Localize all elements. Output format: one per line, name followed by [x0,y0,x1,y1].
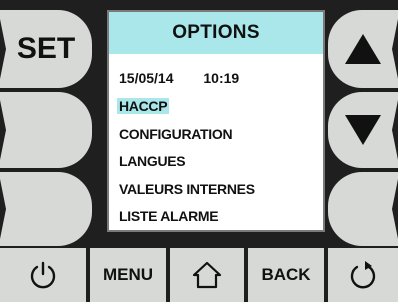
down-button[interactable] [328,92,398,168]
back-button[interactable]: BACK [248,248,324,302]
date-time-line: 15/05/14 10:19 [119,70,239,86]
menu-item-valeurs-internes[interactable]: VALEURS INTERNES [119,181,255,197]
refresh-button[interactable] [328,248,398,302]
left-button-3[interactable] [0,172,92,246]
time-text: 10:19 [203,70,240,86]
set-button[interactable]: SET [0,10,92,88]
power-button[interactable] [0,248,86,302]
arrow-down-icon [345,115,381,145]
menu-item-configuration[interactable]: CONFIGURATION [119,126,233,142]
home-icon [192,261,222,289]
power-icon [30,261,56,289]
menu-button[interactable]: MENU [90,248,166,302]
options-panel: OPTIONS 15/05/14 10:19 HACCP CONFIGURATI… [107,10,325,232]
home-button[interactable] [170,248,244,302]
refresh-icon [350,261,376,289]
panel-title: OPTIONS [109,12,323,54]
set-button-label: SET [16,32,76,65]
right-button-3[interactable] [328,172,398,246]
up-button[interactable] [328,10,398,88]
menu-item-liste-alarme[interactable]: LISTE ALARME [119,208,219,224]
menu-item-langues[interactable]: LANGUES [119,153,186,169]
arrow-up-icon [345,34,381,64]
menu-button-label: MENU [102,265,154,284]
menu-item-haccp[interactable]: HACCP [117,98,170,114]
date-text: 15/05/14 [119,70,174,86]
back-button-label: BACK [261,265,311,284]
left-button-2[interactable] [0,92,92,168]
